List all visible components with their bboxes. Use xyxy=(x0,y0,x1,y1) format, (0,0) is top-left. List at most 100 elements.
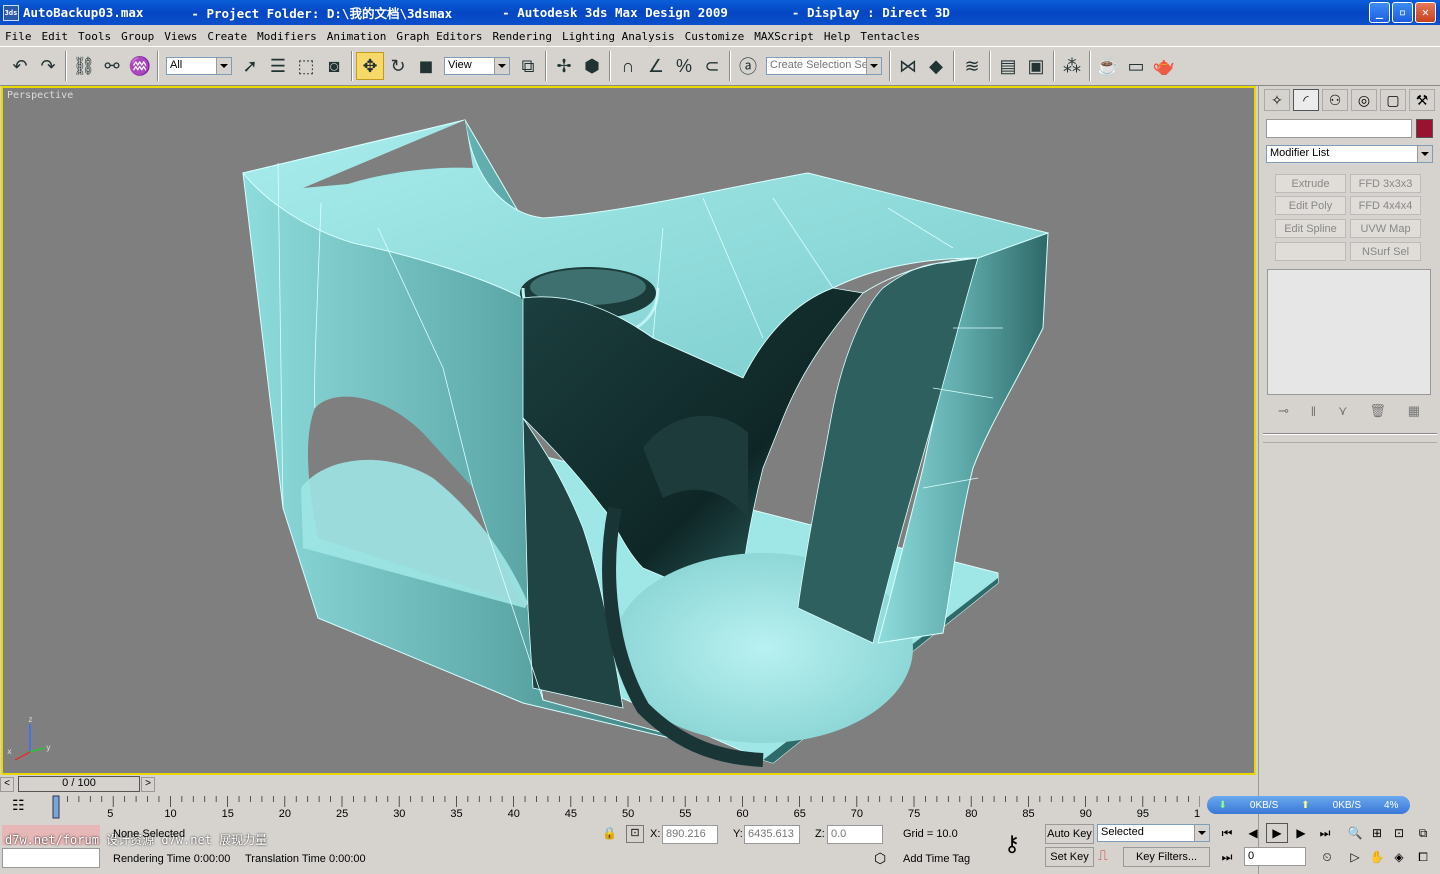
go-to-end-icon[interactable]: ⏭ xyxy=(1314,823,1336,843)
menu-tentacles[interactable]: Tentacles xyxy=(855,30,925,43)
utilities-tab-icon[interactable]: ⚒ xyxy=(1409,89,1435,111)
orbit-icon[interactable]: ◈ xyxy=(1388,847,1410,867)
pan-view-icon[interactable]: ✋ xyxy=(1366,847,1388,867)
next-frame-icon[interactable]: ▶ xyxy=(1290,823,1312,843)
schematic-view-icon[interactable]: ▣ xyxy=(1022,52,1050,80)
rendered-frame-icon[interactable]: ▭ xyxy=(1122,52,1150,80)
menu-tools[interactable]: Tools xyxy=(73,30,116,43)
bind-spacewarp-icon[interactable]: ♒ xyxy=(126,52,154,80)
modifier-edit-poly-button[interactable]: Edit Poly xyxy=(1275,196,1346,215)
menu-views[interactable]: Views xyxy=(159,30,202,43)
key-tangent-icon[interactable]: ⎍ xyxy=(1098,847,1118,867)
window-crossing-icon[interactable]: ◙ xyxy=(320,52,348,80)
material-editor-icon[interactable]: ⁂ xyxy=(1058,52,1086,80)
restore-button[interactable]: ▫ xyxy=(1392,2,1413,23)
configure-modifier-sets-icon[interactable]: ▦ xyxy=(1408,403,1420,419)
current-frame-marker[interactable] xyxy=(52,795,60,819)
link-icon[interactable]: ⛓ xyxy=(70,52,98,80)
z-coordinate-field[interactable]: 0.0 xyxy=(827,825,883,844)
menu-modifiers[interactable]: Modifiers xyxy=(252,30,322,43)
layer-manager-icon[interactable]: ≋ xyxy=(958,52,986,80)
remove-modifier-icon[interactable]: 🗑 xyxy=(1369,403,1386,419)
select-by-name-icon[interactable]: ☰ xyxy=(264,52,292,80)
modifier-ffd3-button[interactable]: FFD 3x3x3 xyxy=(1350,174,1421,193)
zoom-all-icon[interactable]: ⊞ xyxy=(1366,823,1388,843)
modifier-nsurf-sel-button[interactable]: NSurf Sel xyxy=(1350,242,1421,261)
undo-icon[interactable]: ↶ xyxy=(6,52,34,80)
auto-key-button[interactable]: Auto Key xyxy=(1045,824,1094,844)
selection-filter-dropdown[interactable]: All xyxy=(166,57,232,75)
time-slider[interactable]: < 0 / 100 > xyxy=(0,775,1258,793)
motion-tab-icon[interactable]: ◎ xyxy=(1351,89,1377,111)
menu-customize[interactable]: Customize xyxy=(680,30,750,43)
select-move-icon[interactable]: ✥ xyxy=(356,52,384,80)
render-setup-icon[interactable]: ☕ xyxy=(1094,52,1122,80)
angle-snap-icon[interactable]: ∠ xyxy=(642,52,670,80)
display-tab-icon[interactable]: ▢ xyxy=(1380,89,1406,111)
maximize-viewport-icon[interactable]: ⧠ xyxy=(1412,847,1434,867)
zoom-extents-icon[interactable]: ⊡ xyxy=(1388,823,1410,843)
modifier-empty-button[interactable] xyxy=(1275,242,1346,261)
percent-snap-icon[interactable]: % xyxy=(670,52,698,80)
time-configuration-icon[interactable]: ⏲ xyxy=(1316,847,1338,867)
rect-selection-icon[interactable]: ⬚ xyxy=(292,52,320,80)
set-key-button[interactable]: Set Key xyxy=(1045,847,1094,867)
quick-render-icon[interactable]: 🫖 xyxy=(1150,52,1178,80)
named-selection-set-dropdown[interactable]: Create Selection Set xyxy=(766,57,882,75)
key-mode-toggle-icon[interactable]: ⏭ xyxy=(1216,847,1238,867)
modifier-ffd4-button[interactable]: FFD 4x4x4 xyxy=(1350,196,1421,215)
set-key-icon[interactable]: ⚷ xyxy=(1004,831,1038,861)
maxscript-listener-white[interactable] xyxy=(2,848,100,868)
modifier-list-dropdown[interactable]: Modifier List xyxy=(1266,145,1433,163)
absolute-mode-icon[interactable]: ⊡ xyxy=(626,825,644,843)
menu-graph-editors[interactable]: Graph Editors xyxy=(391,30,487,43)
menu-create[interactable]: Create xyxy=(202,30,252,43)
mirror-icon[interactable]: ⋈ xyxy=(894,52,922,80)
spinner-snap-icon[interactable]: ⊂ xyxy=(698,52,726,80)
modifier-edit-spline-button[interactable]: Edit Spline xyxy=(1275,219,1346,238)
unlink-icon[interactable]: ⚯ xyxy=(98,52,126,80)
menu-file[interactable]: File xyxy=(0,30,37,43)
edit-named-selection-icon[interactable]: ⓐ xyxy=(734,52,762,80)
close-button[interactable]: ✕ xyxy=(1415,2,1436,23)
minimize-button[interactable]: _ xyxy=(1369,2,1390,23)
hierarchy-tab-icon[interactable]: ⚇ xyxy=(1322,89,1348,111)
y-coordinate-field[interactable]: 6435.613 xyxy=(744,825,800,844)
menu-edit[interactable]: Edit xyxy=(37,30,74,43)
show-end-result-icon[interactable]: ‖ xyxy=(1311,404,1316,419)
time-next-button[interactable]: > xyxy=(141,777,155,792)
make-unique-icon[interactable]: ⋎ xyxy=(1338,403,1348,419)
previous-frame-icon[interactable]: ◀ xyxy=(1242,823,1264,843)
redo-icon[interactable]: ↷ xyxy=(34,52,62,80)
current-frame-field[interactable]: 0 xyxy=(1244,847,1306,866)
curve-editor-icon[interactable]: ▤ xyxy=(994,52,1022,80)
play-icon[interactable]: ▶ xyxy=(1266,823,1288,843)
select-object-icon[interactable]: ➚ xyxy=(236,52,264,80)
align-icon[interactable]: ◆ xyxy=(922,52,950,80)
lock-selection-icon[interactable]: 🔒 xyxy=(602,826,617,840)
reference-coord-dropdown[interactable]: View xyxy=(444,57,510,75)
zoom-extents-all-icon[interactable]: ⧉ xyxy=(1412,823,1434,843)
field-of-view-icon[interactable]: ▷ xyxy=(1344,847,1366,867)
pin-stack-icon[interactable]: ⊸ xyxy=(1278,403,1289,419)
pivot-center-icon[interactable]: ⧉ xyxy=(514,52,542,80)
select-rotate-icon[interactable]: ↻ xyxy=(384,52,412,80)
menu-group[interactable]: Group xyxy=(116,30,159,43)
time-prev-button[interactable]: < xyxy=(0,777,14,792)
object-name-field[interactable] xyxy=(1266,119,1412,138)
key-mode-dropdown[interactable]: Selected xyxy=(1097,824,1210,842)
perspective-viewport[interactable]: Perspective z x y xyxy=(1,86,1256,775)
key-filters-button[interactable]: Key Filters... xyxy=(1123,847,1210,867)
object-color-swatch[interactable] xyxy=(1416,119,1433,138)
create-tab-icon[interactable]: ✧ xyxy=(1264,89,1290,111)
menu-maxscript[interactable]: MAXScript xyxy=(749,30,819,43)
x-coordinate-field[interactable]: 890.216 xyxy=(662,825,718,844)
modifier-uvw-map-button[interactable]: UVW Map xyxy=(1350,219,1421,238)
snap-3d-icon[interactable]: ∩ xyxy=(614,52,642,80)
time-slider-thumb[interactable]: 0 / 100 xyxy=(18,776,140,792)
modify-tab-icon[interactable]: ◜ xyxy=(1293,89,1319,111)
menu-animation[interactable]: Animation xyxy=(322,30,392,43)
zoom-icon[interactable]: 🔍 xyxy=(1344,823,1366,843)
menu-rendering[interactable]: Rendering xyxy=(487,30,557,43)
add-time-tag-button[interactable]: Add Time Tag xyxy=(903,853,970,865)
